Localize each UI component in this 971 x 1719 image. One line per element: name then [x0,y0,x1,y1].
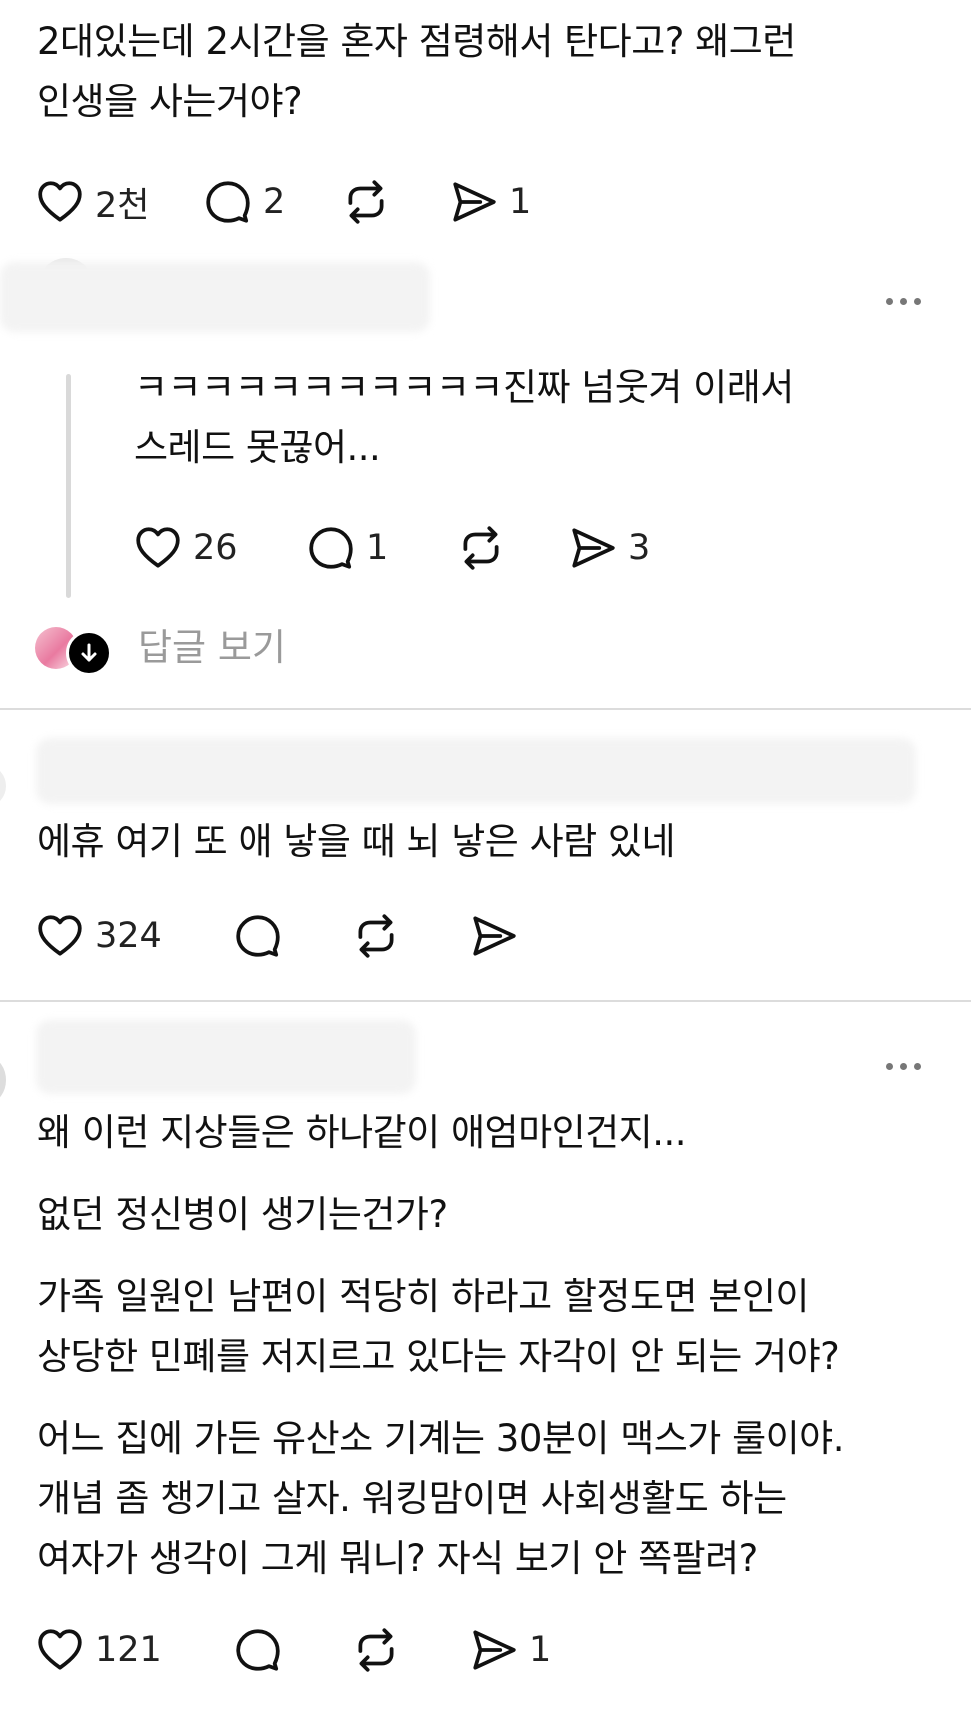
share-button[interactable]: 1 [449,177,531,227]
repost-icon [456,523,506,573]
divider [0,708,971,710]
view-replies-link[interactable]: 답글 보기 [138,622,286,674]
reply-button[interactable]: 2 [203,177,341,227]
share-button[interactable]: 3 [568,523,650,573]
repost-button[interactable] [456,523,568,573]
post-text-line: 왜 이런 지상들은 하나같이 애엄마인건지... [37,1111,687,1154]
post-2-text: 에휴 여기 또 애 낳을 때 뇌 낳은 사람 있네 [37,812,676,872]
send-icon [469,1625,519,1675]
post-1-actions: 2천 2 1 [35,172,531,232]
heart-icon [35,177,85,227]
avatar[interactable] [0,1058,6,1102]
post-text-line: 상당한 민폐를 저지르고 있다는 자각이 안 되는 거야? [37,1335,840,1378]
post-text-line: ㅋㅋㅋㅋㅋㅋㅋㅋㅋㅋㅋ진짜 넘웃겨 이래서 [134,366,794,409]
share-button[interactable]: 1 [469,1625,551,1675]
reply-button[interactable]: 1 [306,523,456,573]
arrow-down-icon[interactable] [66,630,112,676]
comment-icon [233,911,283,961]
like-button[interactable]: 324 [35,911,233,961]
reply-1-actions: 26 1 3 [133,518,650,578]
reply-button[interactable] [233,911,351,961]
post-1-text: 2대있는데 2시간을 혼자 점령해서 탄다고? 왜그런 인생을 사는거야? [37,12,796,132]
post-3-text: 왜 이런 지상들은 하나같이 애엄마인건지... 없던 정신병이 생기는건가? … [37,1103,844,1589]
more-icon[interactable] [886,298,921,305]
reply-1-text: ㅋㅋㅋㅋㅋㅋㅋㅋㅋㅋㅋ진짜 넘웃겨 이래서 스레드 못끊어... [134,358,794,478]
redacted-username [36,738,916,804]
more-icon[interactable] [886,1063,921,1070]
divider [0,1000,971,1002]
like-count: 324 [95,916,162,956]
repost-icon [351,1625,401,1675]
post-text-line: 어느 집에 가든 유산소 기계는 30분이 맥스가 룰이야. [37,1417,844,1460]
send-icon [449,177,499,227]
like-button[interactable]: 26 [133,523,306,573]
thread-line [66,374,71,598]
comment-icon [306,523,356,573]
reply-count: 2 [263,182,286,222]
redacted-username [36,1020,416,1094]
redacted-username [0,262,430,332]
like-button[interactable]: 121 [35,1625,233,1675]
post-text-line: 2대있는데 2시간을 혼자 점령해서 탄다고? 왜그런 [37,20,796,63]
reply-button[interactable] [233,1625,351,1675]
heart-icon [35,1625,85,1675]
post-text-line: 없던 정신병이 생기는건가? [37,1193,448,1236]
post-text-line: 가족 일원인 남편이 적당히 하라고 할정도면 본인이 [37,1275,809,1318]
like-count: 2천 [95,185,150,226]
like-count: 26 [193,528,238,568]
send-icon [469,911,519,961]
repost-button[interactable] [351,1625,469,1675]
share-count: 3 [628,528,651,568]
post-3-actions: 121 1 [35,1620,551,1680]
post-text-line: 스레드 못끊어... [134,426,381,469]
post-text-line: 여자가 생각이 그게 뭐니? 자식 보기 안 쪽팔려? [37,1537,758,1580]
post-2-actions: 324 [35,906,519,966]
like-count: 121 [95,1630,162,1670]
repost-icon [351,911,401,961]
reply-count: 1 [366,528,389,568]
repost-button[interactable] [351,911,469,961]
repost-icon [341,177,391,227]
post-text-line: 에휴 여기 또 애 낳을 때 뇌 낳은 사람 있네 [37,820,676,863]
like-button[interactable]: 2천 [35,177,203,228]
post-text-line: 인생을 사는거야? [37,80,303,123]
post-text-line: 개념 좀 챙기고 살자. 워킹맘이면 사회생활도 하는 [37,1477,787,1520]
send-icon [568,523,618,573]
comment-icon [233,1625,283,1675]
share-button[interactable] [469,911,519,961]
share-count: 1 [509,182,532,222]
avatar[interactable] [0,766,6,806]
repost-button[interactable] [341,177,449,227]
heart-icon [35,911,85,961]
share-count: 1 [529,1630,552,1670]
comment-icon [203,177,253,227]
heart-icon [133,523,183,573]
